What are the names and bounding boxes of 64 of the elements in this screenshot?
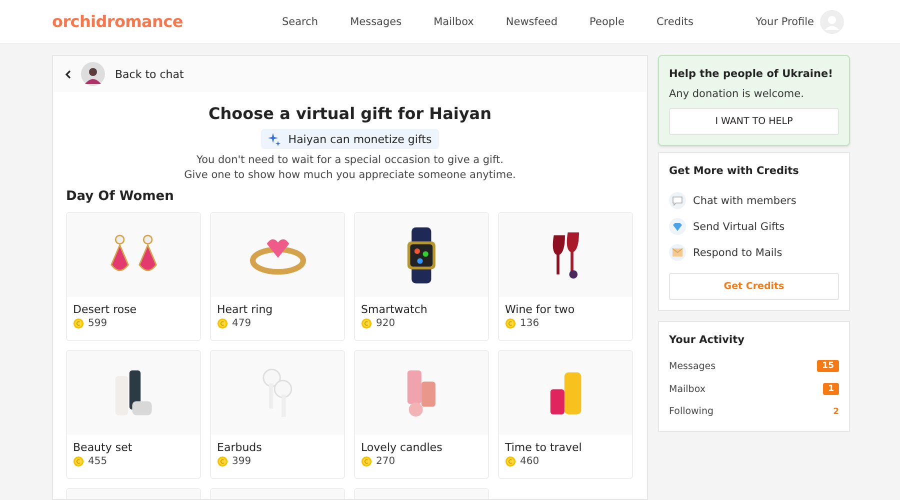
envelope-icon [669,244,686,261]
intro-text: Give one to show how much you appreciate someone anytime. [183,168,517,183]
coin-icon [73,456,84,467]
feature-label: Send Virtual Gifts [693,220,785,232]
gift-card[interactable]: Heart ring 479 [210,212,345,341]
gift-name: Beauty set [72,440,134,454]
gift-name: Earbuds [216,440,263,454]
activity-label[interactable]: Following [669,406,714,417]
gift-name: Wine for two [504,302,576,316]
coin-icon [361,318,372,329]
gift-name: Smartwatch [360,302,428,316]
back-to-chat-label: Back to chat [115,68,184,80]
monetize-text: Haiyan can monetize gifts [288,132,432,146]
count-badge: 1 [823,383,839,395]
nav-link[interactable]: Mailbox [418,16,490,28]
nav-link[interactable]: People [574,16,640,28]
coin-icon [217,318,228,329]
gift-price: 599 [88,318,108,329]
coin-icon [73,318,84,329]
feature-label: Respond to Mails [693,246,782,258]
count-text: 2 [833,406,839,416]
back-bar[interactable]: Back to chat [53,56,647,92]
count-badge: 15 [817,360,839,372]
profile-link[interactable]: Your Profile [756,16,814,28]
gift-price: 399 [232,456,252,467]
activity-label[interactable]: Mailbox [669,384,706,394]
gift-card[interactable]: Wine for two 136 [498,212,633,341]
nav-link[interactable]: Newsfeed [490,16,574,28]
gift-card[interactable]: Smartwatch 920 [354,212,489,341]
intro-text: You don't need to wait for a special occasion to give a gift. [196,153,504,168]
nav-link[interactable]: Messages [334,16,418,28]
activity-label[interactable]: Messages [669,360,716,372]
nav-link[interactable]: Search [266,16,334,28]
card-title: Help the people of Ukraine! [669,68,834,80]
coin-icon [217,456,228,467]
gift-name: Time to travel [504,440,583,454]
gift-card[interactable]: Beauty set 455 [66,350,201,479]
avatar-icon [81,62,105,86]
nav-link[interactable]: Credits [640,16,710,28]
coin-icon [361,456,372,467]
page-title: Choose a virtual gift for Haiyan [208,104,492,123]
card-text: Any donation is welcome. [669,88,805,100]
card-title: Get More with Credits [669,165,800,177]
help-button[interactable]: I WANT TO HELP [669,108,839,135]
coin-icon [505,456,516,467]
gift-price: 920 [376,318,396,329]
gift-price: 270 [376,456,396,467]
gift-price: 479 [232,318,252,329]
gift-card[interactable]: Earbuds 399 [210,350,345,479]
gift-price: 460 [520,456,540,467]
gift-name: Lovely candles [360,440,444,454]
speech-bubble-icon [669,192,686,209]
card-title: Your Activity [669,334,746,346]
gift-name: Desert rose [72,302,138,316]
gift-price: 455 [88,456,108,467]
gift-card[interactable]: Desert rose 599 [66,212,201,341]
coin-icon [505,318,516,329]
feature-label: Chat with members [693,194,796,206]
gift-price: 136 [520,318,540,329]
gift-card[interactable]: Time to travel 460 [498,350,633,479]
section-title: Day Of Women [66,189,175,204]
gift-card[interactable]: Lovely candles 270 [354,350,489,479]
sparkle-icon [268,132,282,146]
gift-name: Heart ring [216,302,274,316]
